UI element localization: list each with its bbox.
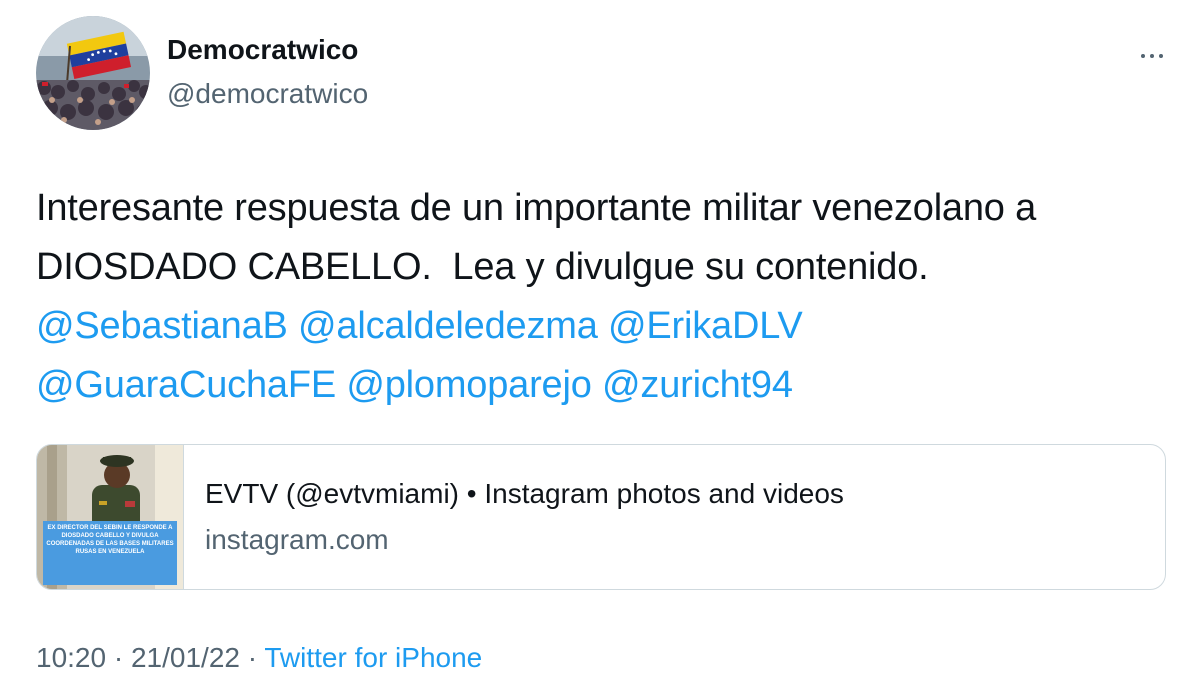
author-handle[interactable]: @democratwico [167,78,368,110]
more-dot [1150,54,1154,58]
card-title: EVTV (@evtvmiami) • Instagram photos and… [205,478,844,509]
tweet-meta: 10:20 · 21/01/22 · Twitter for iPhone [36,642,482,674]
card-domain: instagram.com [205,524,389,555]
tweet-date[interactable]: 21/01/22 [131,642,240,673]
mention-link[interactable]: @alcaldeledezma [298,305,598,347]
thumbnail-caption: EX DIRECTOR DEL SEBIN LE RESPONDE A DIOS… [43,521,177,585]
mention-link[interactable]: @SebastianaB [36,305,288,347]
tweet-mentions-line: @SebastianaB @alcaldeledezma @ErikaDLV [36,297,1186,356]
card-thumbnail: EX DIRECTOR DEL SEBIN LE RESPONDE A DIOS… [37,445,184,589]
more-dot [1159,54,1163,58]
author-display-name[interactable]: Democratwico [167,34,358,66]
mention-link[interactable]: @GuaraCuchaFE [36,364,336,406]
tweet-text-line: Interesante respuesta de un importante m… [36,187,1037,229]
avatar[interactable] [36,16,150,130]
tweet-text: Interesante respuesta de un importante m… [36,179,1186,415]
venezuela-flag-crowd-avatar-icon [36,16,150,130]
meta-separator: · [106,642,131,673]
meta-separator: · [239,642,265,673]
mention-link[interactable]: @ErikaDLV [608,305,803,347]
link-preview-card[interactable]: EX DIRECTOR DEL SEBIN LE RESPONDE A DIOS… [36,444,1166,590]
tweet-source-link[interactable]: Twitter for iPhone [264,642,482,673]
mention-link[interactable]: @zuricht94 [602,364,793,406]
mention-link[interactable]: @plomoparejo [346,364,592,406]
tweet-mentions-line: @GuaraCuchaFE @plomoparejo @zuricht94 [36,356,1186,415]
more-horizontal-icon[interactable] [1132,44,1172,68]
tweet-text-line: DIOSDADO CABELLO. Lea y divulgue su cont… [36,246,929,288]
more-dot [1141,54,1145,58]
tweet-time[interactable]: 10:20 [36,642,106,673]
